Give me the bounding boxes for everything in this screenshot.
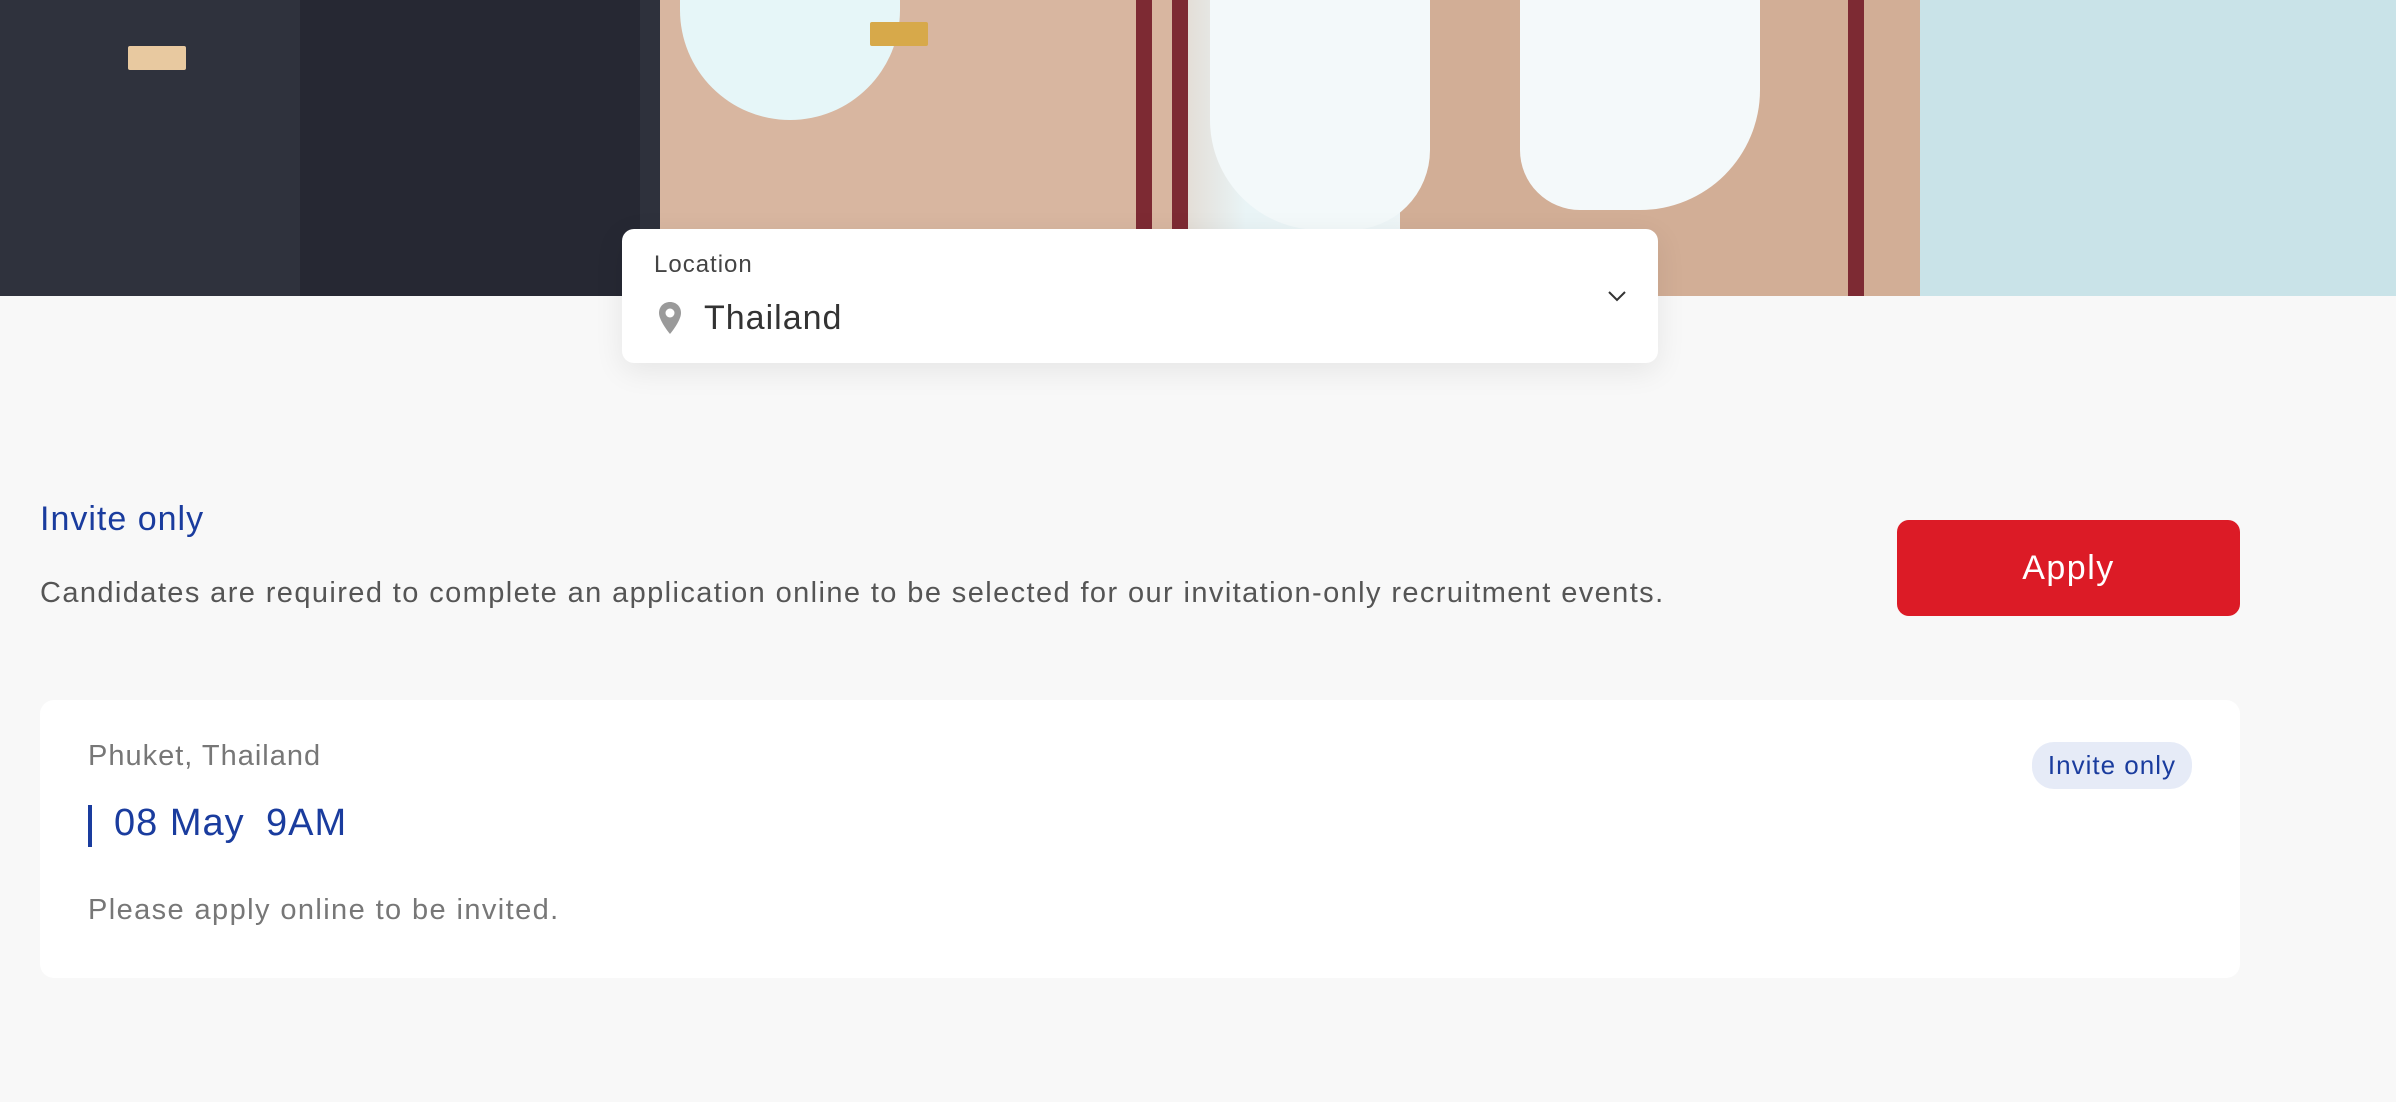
invite-only-badge: Invite only: [2031, 742, 2192, 789]
hero-figure: [0, 0, 300, 296]
apply-button[interactable]: Apply: [1897, 520, 2240, 616]
hero-name-badge: [870, 22, 928, 46]
section-title: Invite only: [40, 500, 205, 538]
hero-background: [1920, 0, 2396, 296]
hero-bag-strap: [1848, 0, 1864, 296]
event-time: 9AM: [266, 802, 348, 844]
chevron-down-icon[interactable]: [1606, 285, 1628, 307]
event-location: Phuket, Thailand: [88, 740, 322, 772]
event-date: 08 May: [114, 802, 245, 844]
date-accent-bar: [88, 805, 92, 847]
hero-figure: [300, 0, 640, 296]
hero-scarf: [1210, 0, 1430, 230]
location-pin-icon: [658, 301, 682, 335]
event-note: Please apply online to be invited.: [88, 894, 560, 926]
location-select[interactable]: Location Thailand: [622, 229, 1658, 363]
event-card[interactable]: Phuket, Thailand 08 May 9AM Please apply…: [40, 700, 2240, 978]
location-label: Location: [654, 251, 753, 278]
section-description: Candidates are required to complete an a…: [40, 577, 1665, 609]
hero-name-badge: [128, 46, 186, 70]
location-value: Thailand: [704, 299, 843, 337]
